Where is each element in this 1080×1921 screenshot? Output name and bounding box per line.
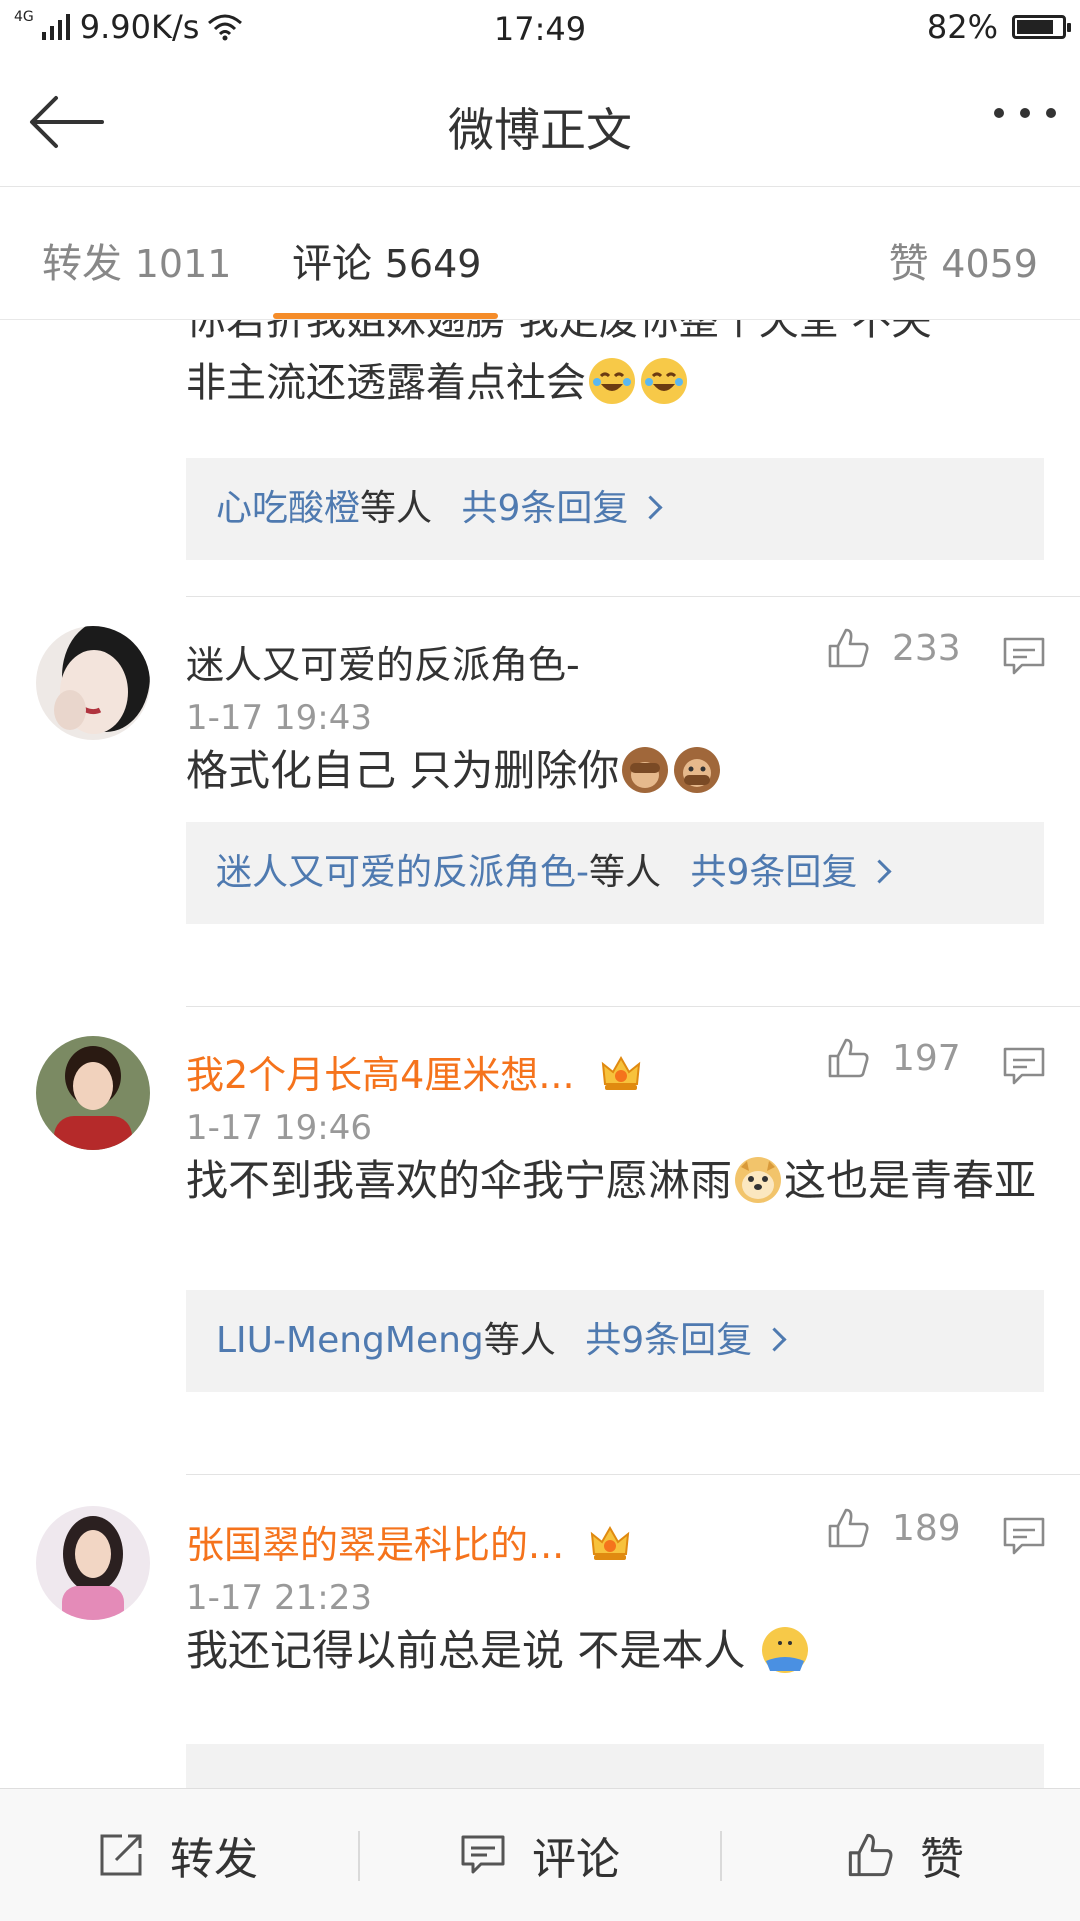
reply-preview[interactable]: 心吃酸橙等人 共9条回复 (186, 458, 1044, 560)
laughing-tears-emoji-icon (589, 358, 635, 404)
bottom-separator (358, 1831, 360, 1881)
reply-total[interactable]: 共9条回复 (461, 488, 628, 529)
comment-text: 找不到我喜欢的伞我宁愿淋雨 这也是青春亚 (186, 1150, 1046, 1212)
comment-time: 1-17 19:46 (186, 1108, 372, 1148)
chevron-right-icon (867, 859, 892, 884)
status-right: 82% (926, 8, 1071, 46)
tab-repost[interactable]: 转发 1011 (42, 231, 231, 289)
more-menu-button[interactable] (994, 108, 1056, 118)
tab-bar: 转发 1011 评论 5649 赞 4059 (0, 187, 1080, 320)
thumbs-up-icon (828, 628, 869, 668)
tab-likes[interactable]: 赞 4059 (889, 231, 1038, 289)
reply-preview[interactable] (186, 1744, 1044, 1788)
comment-feed[interactable]: 你若折我姐妹翅膀 我走废你整个天堂 不失 非主流还透露着点社会 心吃酸橙等人 共… (0, 320, 1080, 1788)
laughing-tears-emoji-icon (641, 358, 687, 404)
comment-button[interactable]: 评论 (460, 1789, 620, 1921)
battery-level (1017, 20, 1053, 34)
comment-time: 1-17 21:23 (186, 1578, 372, 1618)
thumbs-up-icon (828, 1038, 869, 1078)
partial-comment-text: 你若折我姐妹翅膀 我走废你整个天堂 不失 非主流还透露着点社会 (186, 320, 1046, 414)
reply-users[interactable]: LIU-MengMeng (216, 1320, 484, 1361)
see-no-evil-monkey-emoji-icon (622, 747, 669, 793)
tab-comments-count: 5649 (384, 242, 482, 286)
comment-icon (461, 1835, 505, 1874)
commenter-name[interactable]: 迷人又可爱的反派角色- (186, 634, 580, 689)
repost-button[interactable]: 转发 (98, 1789, 258, 1921)
chevron-right-icon (638, 495, 663, 520)
commenter-name-text: 张国翠的翠是科比的... (186, 1523, 565, 1567)
speak-no-evil-monkey-emoji-icon (674, 747, 721, 793)
comment-reply-icon[interactable] (1002, 1516, 1046, 1556)
comment-text: 格式化自己 只为删除你 (186, 740, 1046, 802)
like-count: 197 (892, 1037, 961, 1079)
vip-crown-icon (591, 1525, 630, 1560)
reply-total[interactable]: 共9条回复 (585, 1320, 752, 1361)
comment-text-body: 我还记得以前总是说 不是本人 (186, 1626, 746, 1675)
commenter-name[interactable]: 我2个月长高4厘米想... (186, 1044, 641, 1099)
like-label: 赞 (920, 1834, 964, 1885)
page-title: 微博正文 (448, 103, 632, 157)
vip-crown-icon (601, 1055, 640, 1090)
comment-reply-icon[interactable] (1002, 636, 1046, 676)
tab-repost-label: 转发 (42, 241, 122, 287)
comment-label: 评论 (532, 1834, 620, 1885)
repost-label: 转发 (170, 1834, 258, 1885)
reply-preview[interactable]: LIU-MengMeng等人 共9条回复 (186, 1290, 1044, 1392)
nav-bar: 微博正文 (0, 58, 1080, 187)
comment-reply-icon[interactable] (1002, 1046, 1046, 1086)
comment-time: 1-17 19:43 (186, 698, 372, 738)
battery-icon (1012, 15, 1071, 39)
status-bar: 4G 9.90K/s 17:49 82% (0, 0, 1080, 58)
clock: 17:49 (493, 10, 587, 48)
thumbs-up-icon (848, 1833, 893, 1877)
partial-comment-line1: 你若折我姐妹翅膀 我走废你整个天堂 不失 (186, 320, 932, 344)
doge-emoji-icon (735, 1157, 782, 1203)
comment-text-body: 格式化自己 只为删除你 (186, 746, 620, 795)
reply-users[interactable]: 心吃酸橙 (216, 488, 360, 529)
comment-divider (186, 1474, 1080, 1475)
battery-percent: 82% (926, 8, 998, 46)
like-count: 189 (892, 1507, 961, 1549)
commenter-name-text: 我2个月长高4厘米想... (186, 1053, 575, 1097)
avatar[interactable] (36, 626, 150, 740)
chevron-right-icon (762, 1327, 787, 1352)
more-dot-icon (994, 108, 1004, 118)
active-tab-indicator (273, 313, 498, 319)
comment-divider (186, 596, 1080, 597)
avatar[interactable] (36, 1506, 150, 1620)
comment-text-part1: 找不到我喜欢的伞我宁愿淋雨 (186, 1156, 733, 1205)
commenter-name[interactable]: 张国翠的翠是科比的... (186, 1514, 630, 1569)
like-button[interactable]: 189 (826, 1506, 961, 1550)
share-icon (100, 1834, 142, 1876)
reply-total[interactable]: 共9条回复 (690, 852, 857, 893)
reply-suffix: 等人 (360, 488, 433, 529)
more-dot-icon (1046, 108, 1056, 118)
tab-likes-label: 赞 (888, 241, 929, 287)
tab-comments-label: 评论 (292, 241, 372, 287)
avatar[interactable] (36, 1036, 150, 1150)
reply-users[interactable]: 迷人又可爱的反派角色- (216, 852, 589, 893)
thumbs-up-icon (828, 1508, 869, 1548)
comment-divider (186, 1006, 1080, 1007)
tab-repost-count: 1011 (134, 242, 232, 286)
bottom-separator (720, 1831, 722, 1881)
more-dot-icon (1020, 108, 1030, 118)
reply-suffix: 等人 (589, 852, 662, 893)
reply-preview[interactable]: 迷人又可爱的反派角色-等人 共9条回复 (186, 822, 1044, 924)
like-post-button[interactable]: 赞 (846, 1789, 964, 1921)
reply-suffix: 等人 (483, 1320, 556, 1361)
tab-likes-count: 4059 (941, 242, 1038, 286)
tab-comments[interactable]: 评论 5649 (292, 231, 481, 289)
bottom-action-bar: 转发 评论 赞 (0, 1788, 1080, 1921)
comment-text-part2: 这也是青春亚 (784, 1156, 1037, 1205)
partial-comment-line2: 非主流还透露着点社会 (186, 360, 586, 406)
like-button[interactable]: 233 (826, 626, 961, 670)
like-button[interactable]: 197 (826, 1036, 961, 1080)
like-count: 233 (892, 627, 961, 669)
comment-text: 我还记得以前总是说 不是本人 (186, 1620, 1046, 1682)
shrug-emoji-icon (761, 1627, 808, 1673)
